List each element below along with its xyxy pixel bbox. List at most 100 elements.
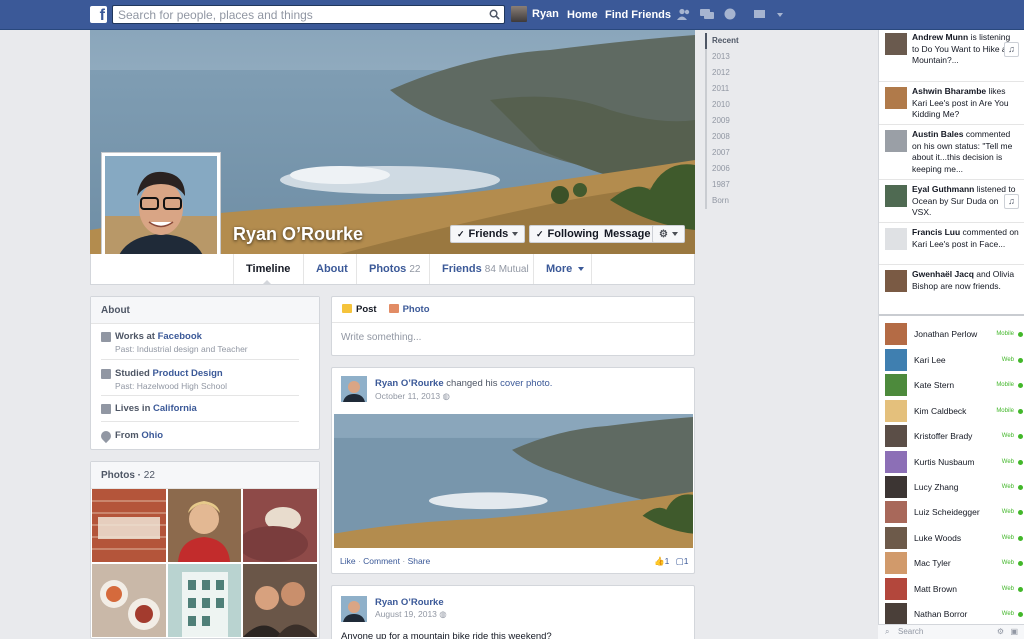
like-link[interactable]: Like [340,556,356,566]
chat-contact[interactable]: Luiz Scheidegger Web [885,501,1023,523]
ticker-item[interactable]: Gwenhaël Jacq and Olivia Bishop are now … [885,269,1019,292]
ticker-item[interactable]: Francis Luu commented on Kari Lee's post… [885,227,1019,250]
search-icon[interactable] [489,9,500,20]
tab-more[interactable]: More [533,254,592,284]
composer-photo-tab[interactable]: Photo [388,304,430,315]
year-link[interactable]: 1987 [712,177,739,193]
chat-contact[interactable]: Jonathan Perlow Mobile [885,323,1023,345]
account-menu-chevron-down-icon[interactable] [777,13,783,17]
ticker-resize-handle[interactable] [879,314,1024,316]
about-study-past: Past: Hazelwood High School [115,381,227,391]
chat-status: Web [1001,611,1014,617]
ticker-item[interactable]: Ashwin Bharambe likes Kari Lee's post in… [885,86,1019,121]
about-card-header[interactable]: About [91,297,319,324]
timeline-year-nav: Recent 2013 2012 2011 2010 2009 2008 200… [705,33,739,209]
year-link[interactable]: Born [712,193,739,209]
chat-contact-name: Kate Stern [914,380,955,390]
home-link[interactable]: Home [567,9,598,21]
chat-search-input[interactable]: ⌕ Search ⚙ ▣ [878,624,1024,639]
ticker-item[interactable]: Eyal Guthmann listened to Ocean by Sur D… [885,184,1019,219]
year-link[interactable]: 2011 [712,81,739,97]
year-link[interactable]: 2012 [712,65,739,81]
like-count[interactable]: 👍1 [654,556,669,566]
chat-contact[interactable]: Nathan Borror Web [885,603,1023,625]
gear-icon[interactable]: ⚙ [997,625,1004,639]
photo-thumbnail[interactable] [92,564,166,637]
comment-count[interactable]: ▢1 [676,556,689,566]
divider [879,81,1024,82]
facebook-logo-icon[interactable]: f [90,6,107,23]
chat-status: Web [1001,586,1014,592]
comment-link[interactable]: Comment [363,556,400,566]
about-work-link[interactable]: Facebook [158,331,202,342]
chat-contact[interactable]: Kari Lee Web [885,349,1023,371]
chat-contact[interactable]: Kim Caldbeck Mobile [885,400,1023,422]
following-button[interactable]: ✓ Following [529,225,606,243]
profile-name[interactable]: Ryan O’Rourke [233,224,363,245]
find-friends-link[interactable]: Find Friends [605,9,671,21]
avatar[interactable] [341,376,367,402]
about-lives-link[interactable]: California [153,403,197,414]
composer-input[interactable]: Write something... [332,323,694,352]
tab-friends[interactable]: Friends 84 Mutual [429,254,533,284]
music-note-icon[interactable]: ♫ [1004,194,1019,209]
notifications-icon[interactable] [723,8,737,20]
year-link[interactable]: 2007 [712,145,739,161]
top-user-link[interactable]: Ryan [511,6,559,22]
chat-contact-name: Nathan Borror [914,609,968,619]
privacy-shortcuts-icon[interactable] [754,8,770,20]
chat-contact-name: Kristoffer Brady [914,431,973,441]
composer-post-tab[interactable]: Post [342,304,377,315]
search-box[interactable] [112,5,505,24]
divider [101,421,299,422]
chat-contact[interactable]: Kristoffer Brady Web [885,425,1023,447]
messages-icon[interactable] [700,8,714,20]
music-note-icon[interactable]: ♫ [1004,42,1019,57]
year-link-recent[interactable]: Recent [705,33,739,49]
year-link[interactable]: 2010 [712,97,739,113]
settings-button[interactable]: ⚙ [652,225,685,243]
story-timestamp[interactable]: August 19, 2013 ◍ [375,609,447,620]
cover-photo-link[interactable]: cover photo. [500,378,552,389]
photo-thumbnail[interactable] [243,564,317,637]
year-link[interactable]: 2009 [712,113,739,129]
avatar [885,323,907,345]
photos-card-header[interactable]: Photos · 22 [91,462,319,489]
chat-contact[interactable]: Mac Tyler Web [885,552,1023,574]
share-link[interactable]: Share [408,556,431,566]
chat-status: Web [1001,484,1014,490]
chat-contact[interactable]: Lucy Zhang Web [885,476,1023,498]
story-timestamp[interactable]: October 11, 2013 ◍ [375,391,450,402]
chat-contact[interactable]: Matt Brown Web [885,578,1023,600]
chat-contact[interactable]: Kurtis Nusbaum Web [885,451,1023,473]
avatar[interactable] [341,596,367,622]
story-image[interactable] [334,414,693,548]
year-link[interactable]: 2008 [712,129,739,145]
friend-requests-icon[interactable] [677,8,691,20]
photo-thumbnail[interactable] [243,489,317,562]
search-input[interactable] [113,6,473,23]
top-user-name: Ryan [532,8,559,20]
avatar [885,374,907,396]
ticker-item[interactable]: Andrew Munn is listening to Do You Want … [885,32,1019,67]
photo-thumbnail[interactable] [168,489,241,562]
about-study-link[interactable]: Product Design [152,368,222,379]
tab-about[interactable]: About [303,254,356,284]
ticker-item[interactable]: Austin Bales commented on his own status… [885,129,1019,175]
chat-options-icon[interactable]: ▣ [1010,625,1018,639]
chat-contact[interactable]: Kate Stern Mobile [885,374,1023,396]
photo-thumbnail[interactable] [168,564,241,637]
photo-thumbnail[interactable] [92,489,166,562]
message-button[interactable]: Message [598,225,658,243]
story-author-link[interactable]: Ryan O’Rourke [375,597,444,608]
year-link[interactable]: 2013 [712,49,739,65]
avatar [885,87,907,109]
divider [879,179,1024,180]
tab-photos[interactable]: Photos 22 [356,254,429,284]
tab-timeline[interactable]: Timeline [233,254,303,285]
chat-contact[interactable]: Luke Woods Web [885,527,1023,549]
about-from-link[interactable]: Ohio [141,430,163,441]
story-author-link[interactable]: Ryan O’Rourke [375,378,444,389]
year-link[interactable]: 2006 [712,161,739,177]
friends-button[interactable]: ✓ Friends [450,225,526,243]
